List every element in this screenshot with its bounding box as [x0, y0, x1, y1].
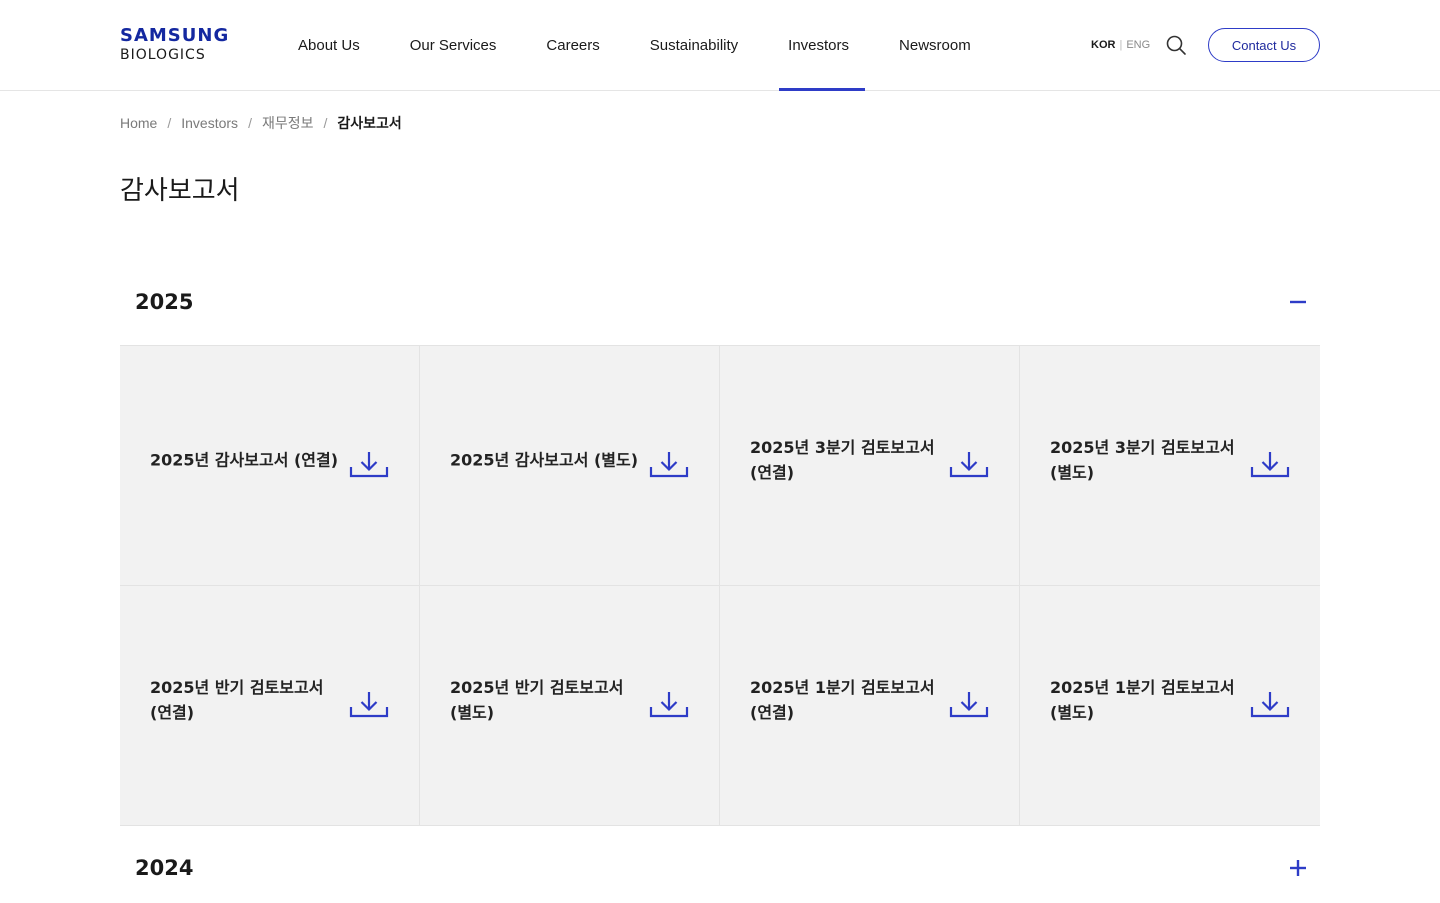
breadcrumb: Home / Investors / 재무정보 / 감사보고서 [120, 113, 402, 133]
plus-icon [1290, 860, 1306, 876]
logo-wordmark-top: SAMSUNG [120, 25, 230, 46]
nav-item-investors[interactable]: Investors [779, 0, 865, 91]
main-navigation: About Us Our Services Careers Sustainabi… [298, 0, 971, 91]
report-title: 2025년 1분기 검토보고서 (별도) [1050, 678, 1235, 723]
language-switcher: KOR | ENG [1091, 38, 1150, 52]
report-card[interactable]: 2025년 1분기 검토보고서 (별도) [1020, 585, 1320, 825]
nav-item-careers[interactable]: Careers [546, 0, 599, 90]
breadcrumb-investors[interactable]: Investors [181, 115, 238, 131]
lang-separator: | [1119, 39, 1123, 51]
report-title: 2025년 3분기 검토보고서 (연결) [750, 438, 935, 483]
accordion-header-2025[interactable]: 2025 [120, 267, 1320, 337]
report-card[interactable]: 2025년 감사보고서 (연결) [120, 346, 420, 586]
breadcrumb-home[interactable]: Home [120, 115, 157, 131]
search-icon [1166, 35, 1186, 55]
report-card[interactable]: 2025년 3분기 검토보고서 (연결) [720, 346, 1020, 586]
report-card[interactable]: 2025년 1분기 검토보고서 (연결) [720, 585, 1020, 825]
report-title: 2025년 감사보고서 (별도) [450, 450, 639, 470]
download-icon[interactable] [1250, 690, 1290, 720]
report-title: 2025년 감사보고서 (연결) [150, 450, 339, 470]
nav-item-newsroom[interactable]: Newsroom [899, 0, 971, 90]
report-card[interactable]: 2025년 감사보고서 (별도) [420, 346, 720, 586]
report-title: 2025년 3분기 검토보고서 (별도) [1050, 438, 1235, 483]
lang-eng-link[interactable]: ENG [1126, 38, 1150, 52]
nav-item-about-us[interactable]: About Us [298, 0, 360, 90]
download-icon[interactable] [649, 690, 689, 720]
report-grid-2025: 2025년 감사보고서 (연결) 2025년 감사보고서 (별도) 2025년 … [120, 345, 1320, 826]
download-icon[interactable] [949, 690, 989, 720]
report-card[interactable]: 2025년 3분기 검토보고서 (별도) [1020, 346, 1320, 586]
download-icon[interactable] [349, 450, 389, 480]
site-header: SAMSUNG BIOLOGICS About Us Our Services … [0, 0, 1440, 91]
breadcrumb-current: 감사보고서 [337, 115, 402, 131]
report-title: 2025년 반기 검토보고서 (별도) [450, 678, 624, 723]
breadcrumb-separator: / [248, 115, 252, 131]
lang-kor-link[interactable]: KOR [1091, 38, 1115, 52]
search-button[interactable] [1165, 34, 1187, 56]
breadcrumb-separator: / [323, 115, 328, 131]
nav-item-sustainability[interactable]: Sustainability [650, 0, 738, 90]
accordion-year-label: 2025 [135, 290, 194, 314]
breadcrumb-financial-info[interactable]: 재무정보 [262, 113, 314, 133]
samsung-biologics-logo[interactable]: SAMSUNG BIOLOGICS [120, 27, 228, 64]
nav-item-our-services[interactable]: Our Services [410, 0, 497, 90]
report-card[interactable]: 2025년 반기 검토보고서 (별도) [420, 585, 720, 825]
accordion-header-2024[interactable]: 2024 [120, 833, 1320, 903]
download-icon[interactable] [1250, 450, 1290, 480]
logo-wordmark-bottom: BIOLOGICS [120, 47, 206, 63]
page-title: 감사보고서 [120, 176, 240, 206]
accordion-year-label: 2024 [135, 856, 194, 880]
report-title: 2025년 반기 검토보고서 (연결) [150, 678, 324, 723]
download-icon[interactable] [649, 450, 689, 480]
report-card[interactable]: 2025년 반기 검토보고서 (연결) [120, 585, 420, 825]
report-title: 2025년 1분기 검토보고서 (연결) [750, 678, 935, 723]
minus-icon [1290, 300, 1306, 304]
breadcrumb-separator: / [167, 115, 172, 131]
contact-us-button[interactable]: Contact Us [1208, 28, 1320, 62]
download-icon[interactable] [949, 450, 989, 480]
download-icon[interactable] [349, 690, 389, 720]
